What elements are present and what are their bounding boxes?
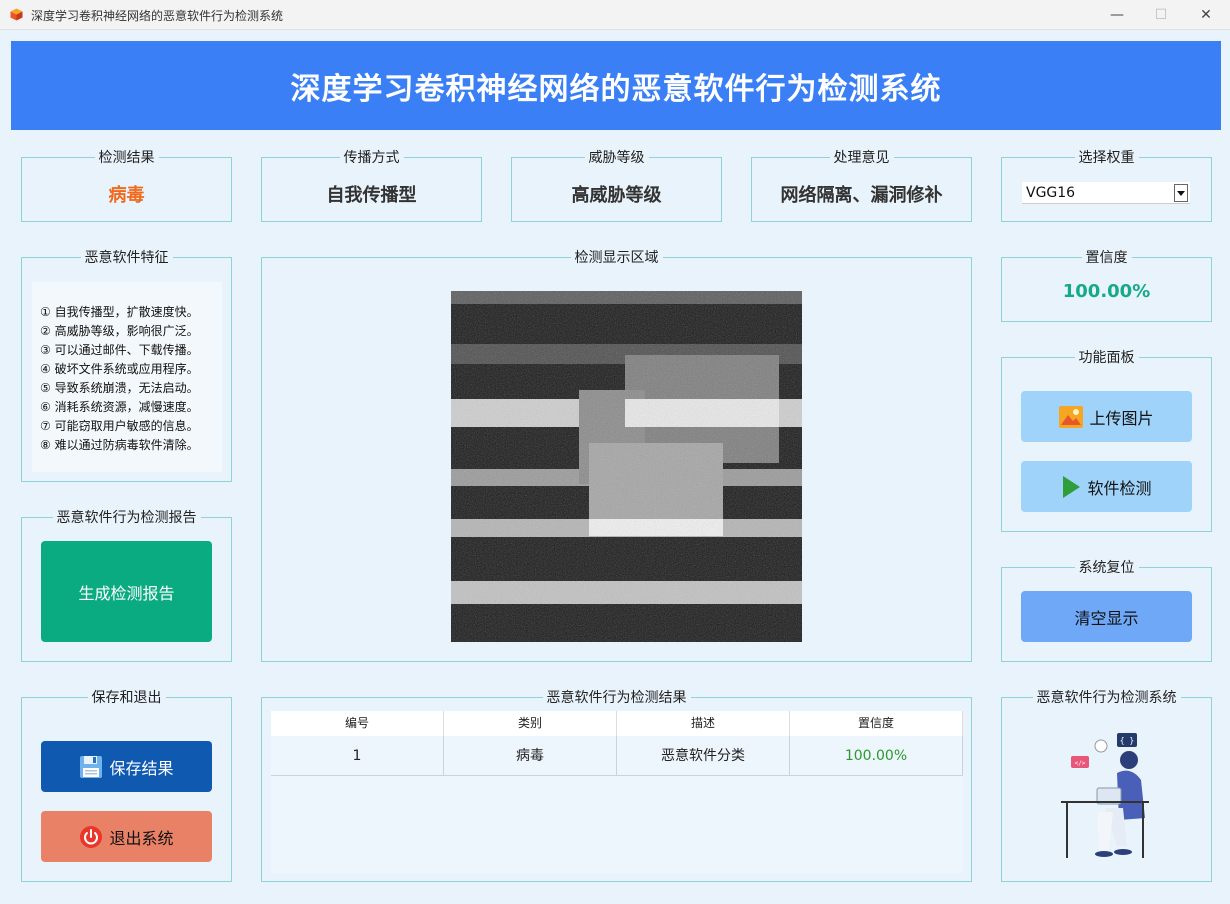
column-header[interactable]: 编号 bbox=[271, 711, 444, 736]
confidence-label: 置信度 bbox=[1081, 250, 1132, 266]
feature-item: ③ 可以通过邮件、下载传播。 bbox=[40, 343, 199, 357]
system-reset-panel: 系统复位 清空显示 bbox=[1001, 560, 1212, 662]
feature-item: ⑦ 可能窃取用户敏感的信息。 bbox=[40, 419, 199, 433]
detection-display-panel: 检测显示区域 bbox=[261, 250, 972, 662]
save-exit-panel: 保存和退出 保存结果 退出系统 bbox=[21, 690, 232, 882]
column-header[interactable]: 描述 bbox=[617, 711, 790, 736]
weights-label: 选择权重 bbox=[1074, 150, 1139, 166]
upload-image-label: 上传图片 bbox=[1089, 408, 1154, 428]
svg-text:{ }: { } bbox=[1120, 736, 1134, 745]
upload-image-button[interactable]: 上传图片 bbox=[1021, 391, 1192, 442]
generate-report-button[interactable]: 生成检测报告 bbox=[41, 541, 212, 642]
function-panel: 功能面板 上传图片 软件检测 bbox=[1001, 350, 1212, 532]
dropdown-arrow-icon[interactable] bbox=[1174, 184, 1188, 202]
detect-software-button[interactable]: 软件检测 bbox=[1021, 461, 1192, 512]
confidence-value: 100.00% bbox=[1062, 281, 1151, 302]
column-header[interactable]: 置信度 bbox=[790, 711, 963, 736]
feature-item: ⑤ 导致系统崩溃，无法启动。 bbox=[40, 381, 199, 395]
close-button[interactable]: ✕ bbox=[1183, 0, 1229, 30]
detection-display-label: 检测显示区域 bbox=[570, 250, 663, 266]
save-results-button[interactable]: 保存结果 bbox=[41, 741, 212, 792]
system-illustration-panel: 恶意软件行为检测系统 { } </> bbox=[1001, 690, 1212, 882]
exit-system-button[interactable]: 退出系统 bbox=[41, 811, 212, 862]
weights-select[interactable]: VGG16 bbox=[1022, 182, 1190, 204]
generate-report-label: 生成检测报告 bbox=[78, 583, 175, 603]
confidence-card: 置信度 100.00% bbox=[1001, 250, 1212, 322]
handling-advice-card: 处理意见 网络隔离、漏洞修补 bbox=[751, 150, 972, 222]
feature-item: ② 高威胁等级，影响很广泛。 bbox=[40, 324, 199, 338]
save-exit-label: 保存和退出 bbox=[87, 690, 166, 706]
detection-results-panel: 恶意软件行为检测结果 编号 类别 描述 置信度 1 病毒 恶意软件分类 100.… bbox=[261, 690, 972, 882]
features-list: ① 自我传播型，扩散速度快。 ② 高威胁等级，影响很广泛。 ③ 可以通过邮件、下… bbox=[32, 282, 222, 472]
handling-advice-label: 处理意见 bbox=[829, 150, 894, 166]
detection-result-label: 检测结果 bbox=[94, 150, 159, 166]
table-row[interactable]: 1 病毒 恶意软件分类 100.00% bbox=[271, 736, 963, 776]
table-cell: 病毒 bbox=[444, 736, 617, 775]
weights-card: 选择权重 VGG16 bbox=[1001, 150, 1212, 222]
malware-features-label: 恶意软件特征 bbox=[80, 250, 173, 266]
window-title: 深度学习卷积神经网络的恶意软件行为检测系统 bbox=[31, 9, 284, 23]
clear-display-button[interactable]: 清空显示 bbox=[1021, 591, 1192, 642]
floppy-disk-icon bbox=[79, 755, 103, 779]
spread-method-card: 传播方式 自我传播型 bbox=[261, 150, 482, 222]
page-title: 深度学习卷积神经网络的恶意软件行为检测系统 bbox=[290, 71, 942, 107]
table-cell: 100.00% bbox=[790, 736, 963, 775]
window-titlebar: 深度学习卷积神经网络的恶意软件行为检测系统 — ☐ ✕ bbox=[0, 0, 1230, 30]
clear-display-label: 清空显示 bbox=[1074, 608, 1139, 628]
report-panel-label: 恶意软件行为检测报告 bbox=[52, 510, 201, 526]
table-cell: 恶意软件分类 bbox=[617, 736, 790, 775]
maximize-button[interactable]: ☐ bbox=[1138, 0, 1184, 30]
detection-results-label: 恶意软件行为检测结果 bbox=[542, 690, 691, 706]
detect-software-label: 软件检测 bbox=[1087, 478, 1152, 498]
system-illustration-label: 恶意软件行为检测系统 bbox=[1032, 690, 1181, 706]
threat-level-value: 高威胁等级 bbox=[571, 185, 662, 206]
power-icon bbox=[79, 825, 103, 849]
threat-level-card: 威胁等级 高威胁等级 bbox=[511, 150, 722, 222]
column-header[interactable]: 类别 bbox=[444, 711, 617, 736]
detection-result-value: 病毒 bbox=[108, 185, 145, 206]
save-results-label: 保存结果 bbox=[109, 758, 174, 778]
svg-text:</>: </> bbox=[1075, 760, 1086, 767]
weights-selected-value: VGG16 bbox=[1026, 185, 1076, 201]
header-banner: 深度学习卷积神经网络的恶意软件行为检测系统 bbox=[11, 41, 1221, 130]
handling-advice-value: 网络隔离、漏洞修补 bbox=[780, 185, 943, 206]
feature-item: ① 自我传播型，扩散速度快。 bbox=[40, 305, 199, 319]
table-cell: 1 bbox=[271, 736, 444, 775]
feature-item: ⑥ 消耗系统资源，减慢速度。 bbox=[40, 400, 199, 414]
function-panel-label: 功能面板 bbox=[1074, 350, 1139, 366]
feature-item: ④ 破坏文件系统或应用程序。 bbox=[40, 362, 199, 376]
play-icon bbox=[1061, 475, 1081, 499]
threat-level-label: 威胁等级 bbox=[584, 150, 649, 166]
malware-features-panel: 恶意软件特征 ① 自我传播型，扩散速度快。 ② 高威胁等级，影响很广泛。 ③ 可… bbox=[21, 250, 232, 482]
spread-method-value: 自我传播型 bbox=[326, 185, 417, 206]
detection-result-card: 检测结果 病毒 bbox=[21, 150, 232, 222]
table-header: 编号 类别 描述 置信度 bbox=[271, 711, 963, 736]
feature-item: ⑧ 难以通过防病毒软件清除。 bbox=[40, 438, 199, 452]
exit-system-label: 退出系统 bbox=[109, 828, 174, 848]
system-reset-label: 系统复位 bbox=[1074, 560, 1139, 576]
spread-method-label: 传播方式 bbox=[339, 150, 404, 166]
minimize-button[interactable]: — bbox=[1094, 0, 1140, 30]
results-table[interactable]: 编号 类别 描述 置信度 1 病毒 恶意软件分类 100.00% bbox=[271, 711, 963, 873]
developer-illustration: { } </> bbox=[1061, 733, 1149, 858]
image-icon bbox=[1059, 405, 1084, 428]
report-panel: 恶意软件行为检测报告 生成检测报告 bbox=[21, 510, 232, 662]
app-cube-icon bbox=[10, 8, 23, 21]
malware-image bbox=[451, 291, 802, 642]
